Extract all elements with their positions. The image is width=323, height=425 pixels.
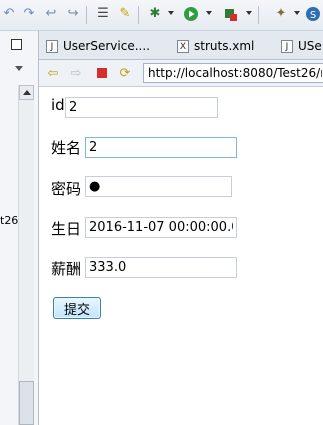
tab-user[interactable]: J USe [281,35,322,57]
tab-struts-xml[interactable]: X struts.xml [177,35,254,57]
redo-icon[interactable]: ↷ [20,5,38,23]
toolbar-separator [138,6,139,24]
server-dropdown-icon[interactable] [246,11,252,15]
web-page-content: id 姓名 密码 生日 薪酬 提交 [44,87,323,425]
toolbar: ↶ ↷ ↩ ↪ ☰ ✎ ✱ ✦ S [0,0,323,31]
task-icon[interactable]: ✎ [116,5,134,23]
new-wizard-icon[interactable]: ✦ [272,5,290,23]
tab-label: struts.xml [194,39,255,53]
debug-dropdown-icon[interactable] [168,11,174,15]
name-label: 姓名 [51,139,82,157]
view-menu-icon[interactable] [15,66,23,71]
java-file-icon: J [46,39,58,53]
name-field[interactable] [85,137,237,158]
forward-arrow-icon[interactable]: ⇨ [68,65,84,81]
birthday-field[interactable] [85,217,237,238]
back-arrow-icon[interactable]: ⇦ [45,65,61,81]
run-dropdown-icon[interactable] [206,11,212,15]
editor-tab-bar: J UserService.... X struts.xml J USe [39,31,323,60]
package-explorer-panel: t26 [0,31,39,425]
xml-file-icon: X [177,39,189,53]
svg-text:S: S [310,10,316,21]
scroll-thumb[interactable] [19,381,34,425]
submit-button[interactable]: 提交 [53,297,101,319]
back-icon[interactable]: ↩ [42,5,60,23]
scroll-up-icon[interactable] [19,85,34,100]
tab-label: UserService.... [63,39,150,53]
refresh-icon[interactable]: ⟳ [117,65,133,81]
salary-label: 薪酬 [51,260,82,278]
stop-icon[interactable] [94,65,110,81]
stop-server-icon[interactable] [222,5,240,23]
tab-userservice[interactable]: J UserService.... [46,35,150,57]
java-file-icon: J [281,39,293,53]
toolbar-separator [86,6,87,24]
id-field[interactable] [65,97,218,118]
vertical-scrollbar[interactable] [18,85,34,425]
password-label: 密码 [51,180,82,198]
undo-icon[interactable]: ↶ [0,5,18,23]
tab-label: USe [298,39,322,53]
url-input[interactable] [143,63,323,83]
salary-field[interactable] [85,257,237,278]
wizard-dropdown-icon[interactable] [294,11,300,15]
browser-navbar: ⇦ ⇨ ⟳ [39,60,323,87]
toolbar-separator [258,6,259,24]
birthday-label: 生日 [51,220,82,238]
id-label: id [51,96,65,114]
forward-icon[interactable]: ↪ [64,5,82,23]
run-icon[interactable] [182,5,200,23]
list-icon[interactable]: ☰ [94,5,112,23]
project-label-fragment: t26 [0,214,19,227]
password-field[interactable] [85,176,232,197]
restore-icon[interactable] [11,39,22,50]
debug-icon[interactable]: ✱ [146,5,164,23]
web-service-icon[interactable]: S [304,5,322,23]
